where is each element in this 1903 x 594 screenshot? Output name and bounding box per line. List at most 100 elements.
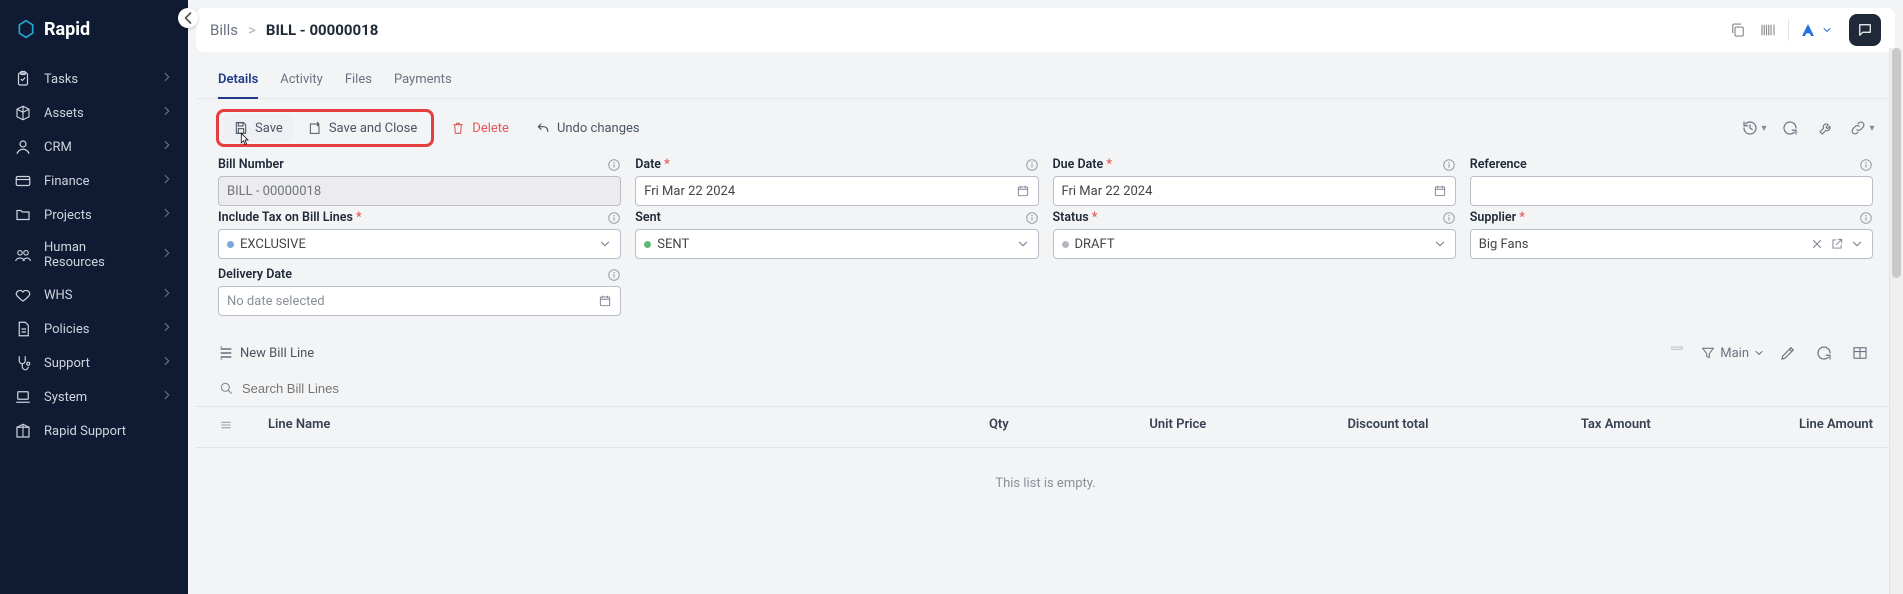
form-row-2: Include Tax on Bill Lines * EXCLUSIVE Se… — [196, 210, 1895, 263]
breadcrumb-separator: > — [248, 21, 256, 39]
undo-icon — [535, 120, 551, 136]
nav-item-projects[interactable]: Projects — [0, 198, 188, 232]
status-dot-icon — [644, 241, 651, 248]
tab-activity[interactable]: Activity — [280, 66, 323, 99]
col-tax[interactable]: Tax Amount — [1429, 417, 1651, 437]
link-button[interactable]: ▾ — [1849, 115, 1875, 141]
undo-button[interactable]: Undo changes — [525, 114, 650, 142]
col-discount[interactable]: Discount total — [1206, 417, 1428, 437]
tab-details[interactable]: Details — [218, 66, 258, 99]
new-line-button[interactable]: New Bill Line — [218, 345, 314, 361]
delivery-date-placeholder: No date selected — [227, 294, 325, 309]
delivery-date-input[interactable]: No date selected — [218, 286, 621, 316]
field-due-date: Due Date * Fri Mar 22 2024 — [1053, 157, 1456, 206]
breadcrumb: Bills > BILL - 00000018 — [210, 21, 378, 39]
copy-icon[interactable] — [1728, 20, 1748, 40]
info-icon[interactable] — [1025, 211, 1039, 225]
table-layout-button[interactable] — [1847, 340, 1873, 366]
save-close-label: Save and Close — [329, 121, 417, 136]
field-sent: Sent SENT — [635, 210, 1038, 259]
chevron-right-icon — [160, 172, 174, 190]
calendar-icon[interactable] — [1433, 184, 1447, 198]
info-icon[interactable] — [1442, 158, 1456, 172]
include-tax-label: Include Tax on Bill Lines * — [218, 210, 362, 225]
save-button[interactable]: Save — [223, 114, 293, 142]
nav-label: Policies — [44, 322, 89, 337]
chevron-down-icon — [1850, 237, 1864, 251]
scrollbar[interactable] — [1889, 48, 1903, 594]
reference-text[interactable] — [1479, 184, 1864, 199]
status-select[interactable]: DRAFT — [1053, 229, 1456, 259]
nav-item-hr[interactable]: Human Resources — [0, 232, 188, 278]
save-close-button[interactable]: Save and Close — [297, 114, 427, 142]
nav-item-crm[interactable]: CRM — [0, 130, 188, 164]
include-tax-select[interactable]: EXCLUSIVE — [218, 229, 621, 259]
nav-item-rapid-support[interactable]: Rapid Support — [0, 414, 188, 448]
chevron-right-icon — [160, 206, 174, 224]
list-refresh-button[interactable] — [1811, 340, 1837, 366]
due-date-label: Due Date * — [1053, 157, 1112, 172]
grip-icon — [218, 417, 268, 437]
reference-input[interactable] — [1470, 176, 1873, 206]
due-date-input[interactable]: Fri Mar 22 2024 — [1053, 176, 1456, 206]
info-icon[interactable] — [607, 211, 621, 225]
nav-item-finance[interactable]: Finance — [0, 164, 188, 198]
filter-button[interactable]: Main — [1700, 345, 1765, 361]
nav-item-policies[interactable]: Policies — [0, 312, 188, 346]
nav-item-support[interactable]: Support — [0, 346, 188, 380]
nav-item-tasks[interactable]: Tasks — [0, 62, 188, 96]
info-icon[interactable] — [1859, 158, 1873, 172]
col-amount[interactable]: Line Amount — [1651, 417, 1873, 437]
search-input[interactable] — [242, 381, 1873, 396]
clear-icon[interactable] — [1810, 237, 1824, 251]
info-icon[interactable] — [607, 158, 621, 172]
status-dot-icon — [227, 241, 234, 248]
nav-label: CRM — [44, 140, 72, 155]
supplier-select[interactable]: Big Fans — [1470, 229, 1873, 259]
list-add-icon — [218, 345, 234, 361]
tab-payments[interactable]: Payments — [394, 66, 452, 99]
nav-label: Tasks — [44, 72, 78, 87]
toolbar: Save Save and Close Delete Undo changes — [196, 99, 1895, 157]
chevron-down-icon — [598, 237, 612, 251]
clip-disabled-icon — [1664, 340, 1690, 366]
breadcrumb-root[interactable]: Bills — [210, 21, 238, 39]
history-button[interactable]: ▾ — [1741, 115, 1767, 141]
sent-select[interactable]: SENT — [635, 229, 1038, 259]
info-icon[interactable] — [1859, 211, 1873, 225]
barcode-icon[interactable] — [1758, 20, 1778, 40]
app-a-icon — [1799, 21, 1817, 39]
clipboard-icon — [14, 70, 32, 88]
sidebar-collapse-button[interactable] — [178, 8, 198, 28]
open-icon[interactable] — [1830, 237, 1844, 251]
main: Bills > BILL - 00000018 Details Activity… — [188, 0, 1903, 594]
heart-icon — [14, 286, 32, 304]
col-qty[interactable]: Qty — [861, 417, 1009, 437]
date-value: Fri Mar 22 2024 — [644, 184, 735, 199]
search-icon — [218, 380, 234, 396]
calendar-icon[interactable] — [1016, 184, 1030, 198]
card-icon — [14, 172, 32, 190]
nav-item-assets[interactable]: Assets — [0, 96, 188, 130]
info-icon[interactable] — [1442, 211, 1456, 225]
delete-button[interactable]: Delete — [440, 114, 519, 142]
col-unit-price[interactable]: Unit Price — [1009, 417, 1207, 437]
nav-item-system[interactable]: System — [0, 380, 188, 414]
nav-item-whs[interactable]: WHS — [0, 278, 188, 312]
app-switcher[interactable] — [1799, 21, 1833, 39]
date-input[interactable]: Fri Mar 22 2024 — [635, 176, 1038, 206]
info-icon[interactable] — [607, 268, 621, 282]
refresh-button[interactable] — [1777, 115, 1803, 141]
status-label: Status * — [1053, 210, 1098, 225]
edit-columns-button[interactable] — [1775, 340, 1801, 366]
col-line-name[interactable]: Line Name — [268, 417, 861, 437]
tab-files[interactable]: Files — [345, 66, 372, 99]
scrollbar-thumb[interactable] — [1892, 48, 1901, 278]
settings-button[interactable] — [1813, 115, 1839, 141]
help-chat-button[interactable] — [1849, 14, 1881, 46]
bill-number-label: Bill Number — [218, 157, 284, 172]
info-icon[interactable] — [1025, 158, 1039, 172]
user-icon — [14, 138, 32, 156]
chevron-down-icon — [1433, 237, 1447, 251]
calendar-icon[interactable] — [598, 294, 612, 308]
